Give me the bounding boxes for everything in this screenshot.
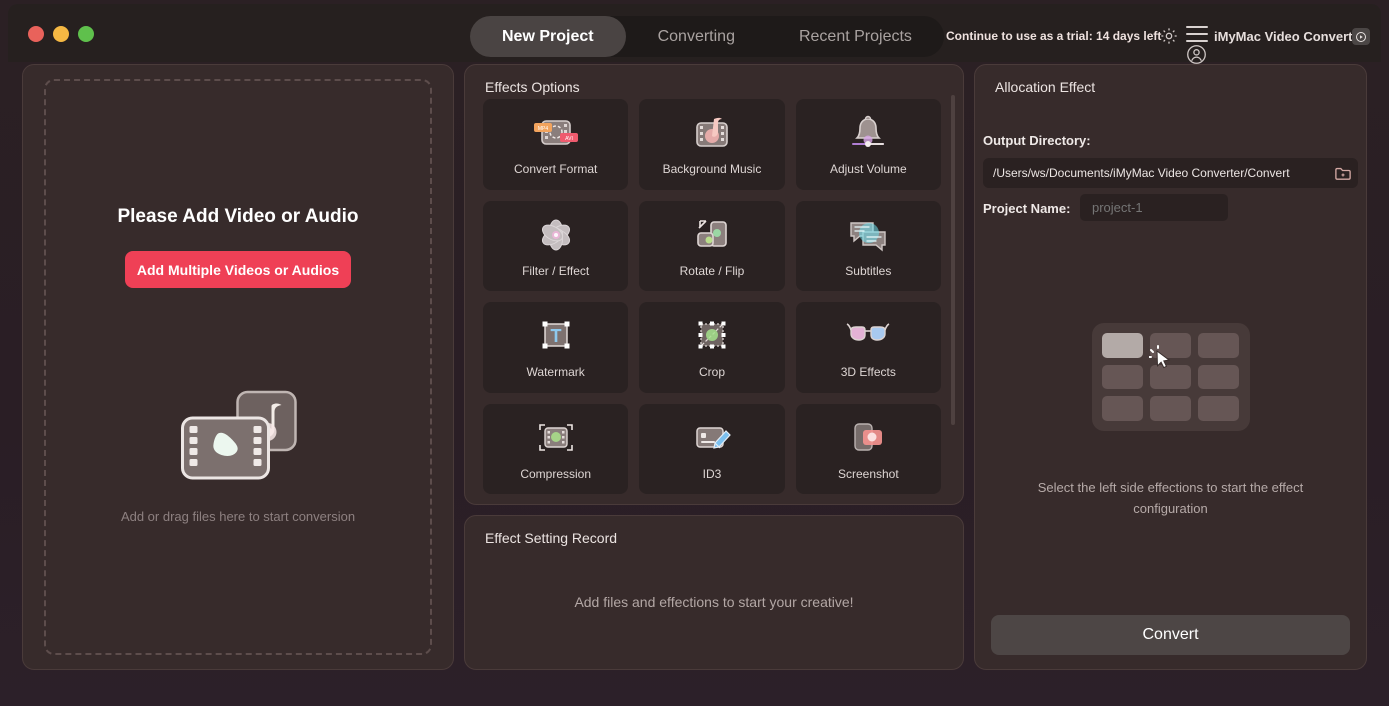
window-controls [28,26,94,42]
effect-label: Subtitles [845,263,892,278]
output-directory-field[interactable]: /Users/ws/Documents/iMyMac Video Convert… [983,158,1358,188]
app-window: New Project Converting Recent Projects C… [0,0,1389,706]
select-effects-hint: Select the left side effections to start… [1037,480,1304,516]
effect-3d-effects[interactable]: 3D Effects [795,302,941,393]
effect-grid-placeholder [1091,323,1250,431]
effect-label: Compression [520,466,592,481]
effect-label: Adjust Volume [829,162,907,177]
effect-adjust-volume[interactable]: Adjust Volume [795,99,941,190]
effect-crop[interactable]: Crop [639,302,785,393]
drop-zone-title: Please Add Video or Audio [117,206,359,227]
allocation-effect-title: Allocation Effect [995,79,1096,95]
grid-cell [1198,333,1240,358]
watermark-icon: T [538,315,574,357]
tab-recent-projects[interactable]: Recent Projects [767,16,944,57]
menu-line [1186,40,1208,42]
output-directory-label: Output Directory: [983,133,1091,148]
crop-icon [694,315,730,357]
svg-text:MP4: MP4 [538,126,549,132]
allocation-effect-panel: Allocation Effect Output Directory: /Use… [974,64,1367,670]
grid-cell [1101,396,1143,421]
media-files-illustration [176,388,301,483]
effect-label: Crop [698,365,725,380]
subtitles-icon [847,214,889,256]
effect-id3[interactable]: ID3 [639,403,785,494]
gear-icon[interactable] [1159,26,1179,46]
tab-converting[interactable]: Converting [626,16,767,57]
effect-screenshot[interactable]: Screenshot [795,403,941,494]
minimize-window-button[interactable] [53,26,69,42]
trial-status-text: Continue to use as a trial: 14 days left [946,29,1162,43]
main-tab-bar: New Project Converting Recent Projects [470,16,944,57]
tab-label: New Project [502,27,594,45]
hamburger-menu-icon[interactable] [1186,26,1208,42]
grid-cell [1198,364,1240,390]
grid-cell [1149,396,1192,421]
effect-compression[interactable]: Compression [483,403,629,494]
grid-cell [1149,364,1192,390]
compression-icon [535,417,577,459]
effect-convert-format[interactable]: MP4 AVI Convert Format [483,99,629,190]
effect-watermark[interactable]: T Watermark [483,302,629,393]
effect-filter-effect[interactable]: Filter / Effect [483,200,629,291]
media-drop-panel: Please Add Video or Audio Add Multiple V… [22,64,454,670]
drag-files-hint: Add or drag files here to start conversi… [120,509,356,524]
add-multiple-videos-button[interactable]: Add Multiple Videos or Audios [125,251,351,288]
filter-effect-icon [536,214,576,256]
convert-button[interactable]: Convert [991,615,1350,655]
convert-format-icon: MP4 AVI [532,112,580,154]
id3-icon [691,417,733,459]
effect-label: Rotate / Flip [679,263,745,278]
effects-scrollbar[interactable] [951,95,955,425]
effect-subtitles[interactable]: Subtitles [795,200,941,291]
effect-label: ID3 [702,466,722,481]
tab-label: Recent Projects [798,27,912,45]
choose-folder-icon[interactable] [1328,165,1358,181]
effect-label: Screenshot [837,466,899,481]
effects-options-title: Effects Options [485,79,580,95]
main-content: Please Add Video or Audio Add Multiple V… [8,58,1381,692]
maximize-window-button[interactable] [78,26,94,42]
output-directory-value: /Users/ws/Documents/iMyMac Video Convert… [993,166,1290,180]
effect-label: Watermark [526,365,585,380]
close-window-button[interactable] [28,26,44,42]
grid-cell [1149,333,1192,358]
project-name-label: Project Name: [983,201,1071,216]
record-empty-message: Add files and effections to start your c… [574,594,854,610]
effect-label: Filter / Effect [522,263,590,278]
grid-cell [1198,396,1240,421]
menu-line [1186,26,1208,28]
file-drop-zone[interactable]: Please Add Video or Audio Add Multiple V… [44,79,432,655]
svg-text:T: T [550,326,561,346]
effect-rotate-flip[interactable]: Rotate / Flip [639,200,785,291]
svg-text:AVI: AVI [565,136,573,142]
screenshot-icon [849,417,887,459]
3d-effects-icon [846,315,890,357]
title-bar: New Project Converting Recent Projects C… [8,4,1381,64]
grid-cell [1101,333,1143,358]
effect-label: 3D Effects [840,365,896,380]
adjust-volume-icon [846,112,890,154]
tab-label: Converting [657,27,735,45]
project-name-input[interactable] [1080,194,1228,221]
play-badge-icon[interactable] [1352,28,1370,45]
rotate-flip-icon [692,214,732,256]
effects-grid: MP4 AVI Convert Format Background Music … [483,99,941,494]
effect-label: Convert Format [513,162,598,177]
effect-label: Background Music [662,162,762,177]
brand-name: iMyMac Video Converter [1214,29,1365,44]
effect-setting-record-title: Effect Setting Record [485,530,618,546]
effect-background-music[interactable]: Background Music [639,99,785,190]
effect-setting-record-panel: Effect Setting Record Add files and effe… [464,515,964,670]
background-music-icon [692,112,732,154]
menu-line [1186,33,1208,35]
grid-cell [1101,364,1143,390]
effects-options-panel: Effects Options MP4 AVI Convert Format B… [464,64,964,505]
tab-new-project[interactable]: New Project [470,16,626,57]
